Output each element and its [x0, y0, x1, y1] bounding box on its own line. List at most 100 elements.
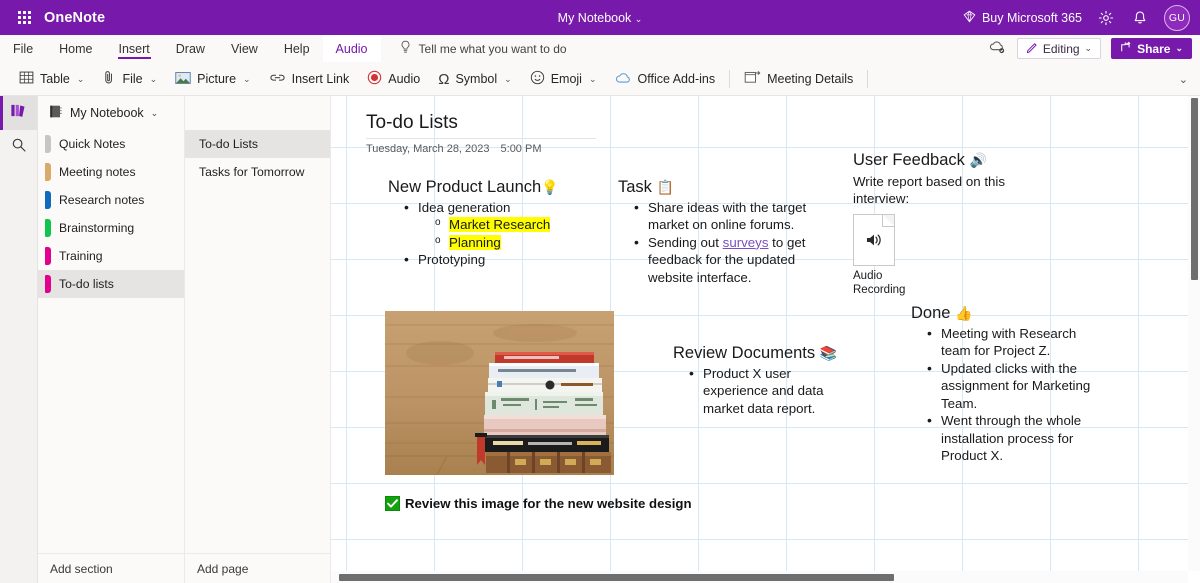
section-label: To-do lists: [59, 277, 114, 291]
diamond-icon: [963, 10, 976, 26]
insert-link-button[interactable]: Insert Link: [260, 66, 359, 92]
note-new-product-launch[interactable]: New Product Launch💡 Idea generation Mark…: [388, 177, 603, 269]
gear-icon[interactable]: [1096, 8, 1116, 28]
section-label: Brainstorming: [59, 221, 134, 235]
note-task[interactable]: Task 📋 Share ideas with the target marke…: [618, 177, 808, 286]
checkbox-checked-icon[interactable]: [385, 496, 400, 511]
insert-emoji-button[interactable]: Emoji ⌄: [521, 66, 606, 92]
tab-view[interactable]: View: [218, 35, 271, 62]
section-color-swatch: [45, 275, 51, 293]
add-section-button[interactable]: Add section: [38, 553, 184, 583]
office-addins-button[interactable]: Office Add-ins: [606, 66, 725, 92]
section-item-to-do-lists[interactable]: To-do lists: [38, 270, 184, 298]
page-title-block[interactable]: To-do Lists Tuesday, March 28, 2023 5:00…: [366, 112, 596, 155]
horizontal-scrollbar-thumb[interactable]: [339, 574, 894, 581]
note-heading: Task 📋: [618, 177, 808, 198]
insert-symbol-button[interactable]: Ω Symbol ⌄: [429, 66, 520, 92]
editing-mode-button[interactable]: Editing ⌄: [1017, 38, 1101, 59]
list-item-text: Updated clicks with the assignment for M…: [941, 361, 1090, 411]
smiley-icon: [530, 70, 545, 88]
insert-file-label: File: [122, 72, 142, 86]
insert-table-label: Table: [40, 72, 70, 86]
ribbon-divider-2: [867, 70, 868, 88]
app-launcher-icon[interactable]: [10, 11, 38, 24]
tab-file[interactable]: File: [0, 35, 46, 62]
tab-draw[interactable]: Draw: [163, 35, 218, 62]
search-icon: [11, 137, 27, 158]
insert-table-button[interactable]: Table ⌄: [10, 66, 93, 92]
insert-file-button[interactable]: File ⌄: [93, 66, 166, 92]
note-user-feedback[interactable]: User Feedback 🔊 Write report based on th…: [853, 150, 1028, 297]
image-caption-text: Review this image for the new website de…: [405, 496, 692, 511]
vertical-scrollbar-thumb[interactable]: [1191, 98, 1198, 280]
tab-help[interactable]: Help: [271, 35, 323, 62]
list-item: Sending out surveys to get feedback for …: [634, 234, 808, 287]
insert-audio-button[interactable]: Audio: [358, 66, 429, 92]
tab-home[interactable]: Home: [46, 35, 105, 62]
note-done[interactable]: Done 👍 Meeting with Research team for Pr…: [911, 303, 1106, 465]
meeting-details-button[interactable]: Meeting Details: [735, 66, 862, 92]
rail-item-search[interactable]: [0, 130, 37, 164]
rail-item-notebooks[interactable]: [0, 96, 37, 130]
ribbon-tab-bar: File Home Insert Draw View Help Audio Te…: [0, 35, 1200, 63]
avatar[interactable]: GU: [1164, 5, 1190, 31]
meeting-icon: [744, 70, 761, 88]
notebook-icon: [48, 104, 63, 122]
share-button[interactable]: Share ⌄: [1111, 38, 1192, 59]
cloud-sync-icon[interactable]: [988, 39, 1007, 59]
section-item-quick-notes[interactable]: Quick Notes: [38, 130, 184, 158]
insert-emoji-label: Emoji: [551, 72, 582, 86]
tell-me-search[interactable]: Tell me what you want to do: [399, 35, 567, 62]
list-item-text: Prototyping: [418, 252, 485, 267]
list-item-text: Idea generation: [418, 200, 510, 215]
picture-icon: [175, 71, 191, 88]
clipboard-emoji-icon: 📋: [657, 179, 674, 195]
section-item-brainstorming[interactable]: Brainstorming: [38, 214, 184, 242]
tab-audio[interactable]: Audio: [323, 35, 381, 62]
list-item: Prototyping: [404, 251, 603, 269]
speaker-icon: [864, 231, 884, 249]
page-item-to-do-lists[interactable]: To-do Lists: [185, 130, 330, 158]
horizontal-scrollbar[interactable]: [331, 571, 1188, 583]
audio-attachment[interactable]: Audio Recording: [853, 214, 1028, 298]
list-item: Product X user experience and data marke…: [689, 365, 838, 418]
page-item-tasks-for-tomorrow[interactable]: Tasks for Tomorrow: [185, 158, 330, 186]
note-canvas-wrapper: To-do Lists Tuesday, March 28, 2023 5:00…: [331, 96, 1200, 583]
navigation-rail: [0, 96, 38, 583]
audio-attachment-caption: Audio Recording: [853, 269, 909, 298]
tab-insert[interactable]: Insert: [106, 35, 163, 62]
list-item-text: Share ideas with the target market on on…: [648, 200, 806, 233]
buy-microsoft-365-button[interactable]: Buy Microsoft 365: [963, 10, 1082, 26]
share-icon: [1120, 41, 1132, 56]
omega-icon: Ω: [438, 72, 449, 87]
bell-icon[interactable]: [1130, 8, 1150, 28]
section-item-meeting-notes[interactable]: Meeting notes: [38, 158, 184, 186]
insert-picture-button[interactable]: Picture ⌄: [166, 66, 259, 92]
note-heading-text: Task: [618, 178, 652, 196]
note-review-documents[interactable]: Review Documents 📚 Product X user experi…: [673, 343, 838, 417]
note-canvas[interactable]: To-do Lists Tuesday, March 28, 2023 5:00…: [331, 96, 1188, 571]
chevron-down-icon: ⌄: [504, 74, 512, 85]
chevron-down-icon: ⌄: [77, 74, 85, 85]
vertical-scrollbar[interactable]: [1188, 96, 1200, 571]
section-item-research-notes[interactable]: Research notes: [38, 186, 184, 214]
chevron-down-icon[interactable]: ⌄: [635, 14, 643, 24]
page-panel-spacer: [185, 96, 330, 130]
notebook-title-label[interactable]: My Notebook: [558, 11, 632, 25]
list-item: Idea generation Market Research Planning: [404, 199, 603, 252]
app-name: OneNote: [44, 10, 105, 26]
section-item-training[interactable]: Training: [38, 242, 184, 270]
stack-of-books-image[interactable]: [385, 311, 614, 475]
page-panel: To-do Lists Tasks for Tomorrow Add page: [185, 96, 331, 583]
collapse-ribbon-icon[interactable]: ⌄: [1179, 73, 1200, 86]
speaker-emoji-icon: 🔊: [969, 152, 986, 168]
notebook-selector[interactable]: My Notebook ⌄: [38, 96, 184, 130]
ribbon-divider: [729, 70, 730, 88]
audio-file-icon[interactable]: [853, 214, 895, 266]
note-heading: Review Documents 📚: [673, 343, 838, 364]
note-image-block[interactable]: Review this image for the new website de…: [385, 311, 692, 511]
surveys-hyperlink[interactable]: surveys: [723, 235, 769, 250]
list-item-text-pre: Sending out: [648, 235, 723, 250]
buy-microsoft-365-label: Buy Microsoft 365: [982, 11, 1082, 25]
add-page-button[interactable]: Add page: [185, 553, 330, 583]
